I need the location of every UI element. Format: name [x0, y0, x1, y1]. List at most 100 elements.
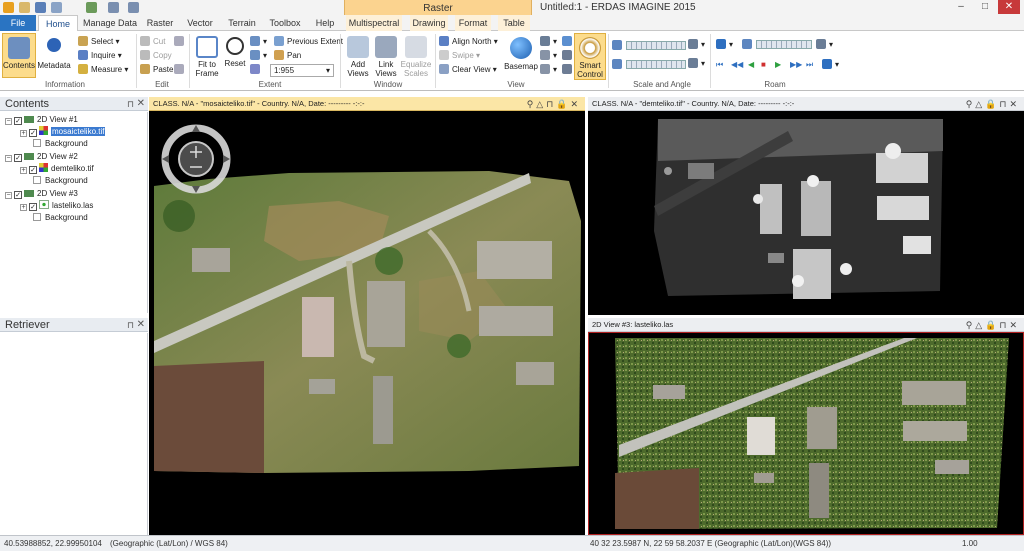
roam-back-button[interactable]: ◀ [748, 59, 754, 71]
view3-header[interactable]: 2D View #3: lasteliko.las ⚲△🔒⊓✕ [588, 318, 1024, 332]
cut-button[interactable]: Cut [140, 36, 165, 48]
tree-layer-1[interactable]: + ✓ mosaicteliko.tif [20, 126, 106, 138]
smart-control-button[interactable]: Smart Control [574, 33, 606, 80]
view-tool-2[interactable]: ▾ [540, 50, 557, 62]
pin-icon[interactable]: ⊓ [127, 318, 134, 332]
view2-canvas[interactable] [588, 111, 1024, 315]
expand-icon[interactable]: + [20, 167, 27, 174]
link-views-button[interactable]: Link Views [372, 33, 400, 78]
zoom-scale-icon[interactable] [612, 40, 625, 52]
pan-button[interactable]: Pan [274, 50, 301, 62]
inquire-button[interactable]: Inquire ▾ [78, 50, 122, 62]
qat-dropdown-icon[interactable] [51, 2, 62, 13]
tab-file[interactable]: File [0, 15, 36, 31]
tab-drawing[interactable]: Drawing [410, 15, 448, 31]
redo-icon[interactable] [128, 2, 139, 13]
tab-toolbox[interactable]: Toolbox [266, 15, 304, 31]
roam-stop-button[interactable]: ■ [761, 59, 766, 71]
view-controls[interactable]: ⚲△🔒⊓✕ [966, 318, 1020, 331]
undo-icon[interactable] [108, 2, 119, 13]
tab-format[interactable]: Format [455, 15, 491, 31]
basemap-button[interactable]: Basemap [504, 33, 538, 71]
angle-slider[interactable] [626, 60, 686, 69]
roam-extra-button[interactable]: ▾ [822, 59, 839, 71]
collapse-icon[interactable]: − [5, 118, 12, 125]
view1-header[interactable]: CLASS. N/A - "mosaicteliko.tif" - Countr… [149, 97, 585, 111]
measure-button[interactable]: Measure ▾ [78, 64, 128, 76]
close-button[interactable]: ✕ [998, 0, 1020, 14]
previous-extent-button[interactable]: Previous Extent [274, 36, 343, 48]
scale-options[interactable]: ▾ [688, 39, 705, 51]
checkbox[interactable]: ✓ [29, 129, 37, 137]
zoom-icon[interactable] [86, 2, 97, 13]
checkbox[interactable]: ✓ [14, 154, 22, 162]
view1-canvas[interactable] [149, 111, 585, 535]
close-icon[interactable]: ✕ [137, 318, 145, 332]
align-north-button[interactable]: Align North ▾ [439, 36, 498, 48]
collapse-icon[interactable]: − [5, 155, 12, 162]
minimize-button[interactable]: – [950, 0, 972, 14]
view3-canvas[interactable] [588, 332, 1024, 535]
tab-table[interactable]: Table [498, 15, 530, 31]
scale-help-icon[interactable] [250, 64, 263, 76]
checkbox[interactable]: ✓ [14, 191, 22, 199]
reset-button[interactable]: Reset [223, 33, 247, 68]
view-tool-1[interactable]: ▾ [540, 36, 557, 48]
copy-button[interactable]: Copy [140, 50, 172, 62]
delete-button[interactable] [174, 36, 187, 48]
view-controls[interactable]: ⚲△⊓🔒✕ [527, 97, 581, 110]
roam-options[interactable]: ▾ [816, 39, 833, 51]
add-views-button[interactable]: Add Views [344, 33, 372, 78]
metadata-button[interactable]: Metadata [37, 33, 71, 70]
roam-loop-button[interactable]: ▾ [716, 39, 733, 51]
roam-speed-slider[interactable] [756, 40, 812, 49]
tree-layer-3[interactable]: + ✓ lasteliko.las [20, 200, 93, 212]
tab-help[interactable]: Help [311, 15, 339, 31]
zoom-out-button[interactable]: ▾ [250, 50, 267, 62]
expand-icon[interactable]: + [20, 130, 27, 137]
pin-icon[interactable]: ⊓ [127, 97, 134, 111]
rotate-icon[interactable] [612, 59, 625, 71]
roam-first-button[interactable]: ⏮ [716, 59, 723, 71]
view2-header[interactable]: CLASS. N/A - "demteliko.tif" - Country. … [588, 97, 1024, 111]
tree-background-3[interactable]: Background [33, 212, 88, 224]
tree-background-1[interactable]: Background [33, 138, 88, 150]
view-controls[interactable]: ⚲△🔒⊓✕ [966, 97, 1020, 110]
save-icon[interactable] [35, 2, 46, 13]
tree-background-2[interactable]: Background [33, 175, 88, 187]
contents-button[interactable]: Contents [2, 33, 36, 78]
tree-layer-2[interactable]: + ✓ demteliko.tif [20, 163, 94, 175]
app-logo-icon[interactable] [3, 2, 14, 13]
swipe-button[interactable]: Swipe ▾ [439, 50, 480, 62]
checkbox[interactable]: ✓ [29, 203, 37, 211]
roam-rewind-button[interactable]: ◀◀ [731, 59, 743, 71]
expand-icon[interactable]: + [20, 204, 27, 211]
angle-options[interactable]: ▾ [688, 58, 705, 70]
scale-dropdown[interactable]: 1:955 ▾ [270, 64, 334, 77]
collapse-icon[interactable]: − [5, 192, 12, 199]
close-icon[interactable]: ✕ [137, 97, 145, 111]
fit-to-frame-button[interactable]: Fit to Frame [193, 33, 221, 78]
checkbox[interactable]: ✓ [14, 117, 22, 125]
paste-button[interactable]: Paste [140, 64, 173, 76]
roam-speed-icon[interactable] [742, 39, 755, 51]
clear-view-button[interactable]: Clear View ▾ [439, 64, 497, 76]
zoom-in-button[interactable]: ▾ [250, 36, 267, 48]
tree-view-3[interactable]: − ✓ 2D View #3 [5, 188, 78, 200]
maximize-button[interactable]: □ [974, 0, 996, 14]
roam-last-button[interactable]: ⏭ [806, 59, 813, 71]
tab-multispectral[interactable]: Multispectral [346, 15, 402, 31]
tree-view-1[interactable]: − ✓ 2D View #1 [5, 114, 78, 126]
checkbox[interactable]: ✓ [29, 166, 37, 174]
equalize-scales-button[interactable]: Equalize Scales [400, 33, 432, 78]
tab-manage-data[interactable]: Manage Data [82, 15, 138, 31]
tab-home[interactable]: Home [38, 15, 78, 32]
select-button[interactable]: Select ▾ [78, 36, 119, 48]
roam-forward-button[interactable]: ▶▶ [790, 59, 802, 71]
tree-view-2[interactable]: − ✓ 2D View #2 [5, 151, 78, 163]
scale-slider[interactable] [626, 41, 686, 50]
tab-vector[interactable]: Vector [183, 15, 217, 31]
tab-terrain[interactable]: Terrain [224, 15, 260, 31]
view-tool-3[interactable]: ▾ [540, 64, 557, 76]
paste-special-button[interactable] [174, 64, 187, 76]
